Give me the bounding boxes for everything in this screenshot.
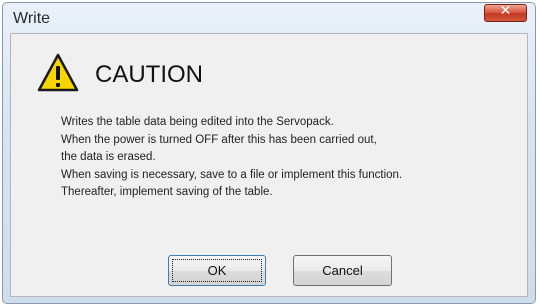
focus-ring (172, 259, 262, 282)
ok-button[interactable]: OK (168, 255, 266, 286)
write-dialog-window: Write ✕ CAUTION Writes the table data be… (2, 2, 536, 304)
message-line: When saving is necessary, save to a file… (61, 168, 403, 181)
message-text: Writes the table data being edited into … (61, 114, 516, 202)
title-bar[interactable]: Write ✕ (3, 3, 535, 33)
dialog-content: CAUTION Writes the table data being edit… (10, 33, 528, 297)
message-line: Thereafter, implement saving of the tabl… (61, 186, 273, 198)
caution-heading: CAUTION (95, 61, 203, 88)
cancel-button[interactable]: Cancel (293, 255, 392, 286)
cancel-button-label: Cancel (322, 263, 363, 278)
message-line: When the power is turned OFF after this … (61, 133, 377, 146)
close-button[interactable]: ✕ (484, 3, 527, 22)
window-title: Write (13, 10, 51, 27)
warning-triangle-icon (37, 53, 79, 92)
message-line: Writes the table data being edited into … (61, 116, 334, 128)
message-line: the data is erased. (61, 151, 156, 163)
close-icon: ✕ (499, 3, 512, 19)
